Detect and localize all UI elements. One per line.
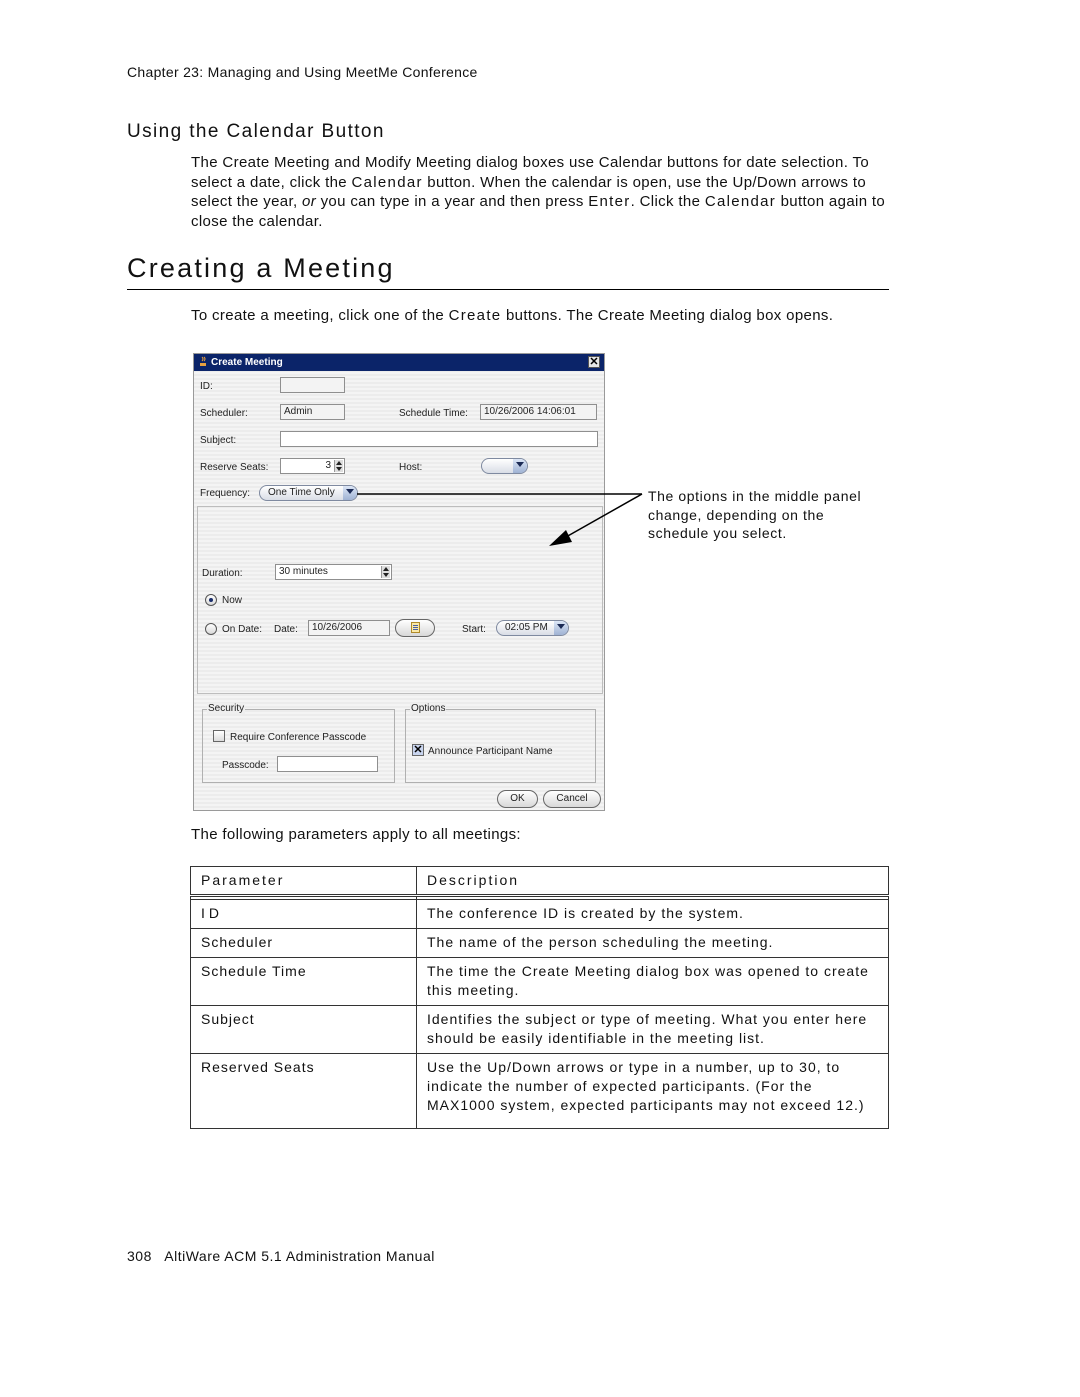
parameter-cell: ID xyxy=(190,899,417,929)
column-header-description: Description xyxy=(416,866,889,897)
callout-arrows xyxy=(357,493,643,546)
parameter-cell: Reserved Seats xyxy=(190,1053,417,1129)
table-header-row: Parameter Description xyxy=(190,866,889,897)
table-row: Scheduler The name of the person schedul… xyxy=(190,928,889,958)
table-row: ID The conference ID is created by the s… xyxy=(190,899,889,929)
page-number: 308 xyxy=(127,1248,152,1264)
column-header-parameter: Parameter xyxy=(190,866,417,897)
table-row: Subject Identifies the subject or type o… xyxy=(190,1005,889,1054)
description-cell: The name of the person scheduling the me… xyxy=(416,928,889,958)
parameters-table: Parameter Description ID The conference … xyxy=(190,866,889,1129)
parameter-cell: Subject xyxy=(190,1005,417,1054)
callout-pointer-line xyxy=(565,493,643,538)
table-intro: The following parameters apply to all me… xyxy=(191,826,521,843)
callout-text: The options in the middle panel change, … xyxy=(648,488,862,541)
page-footer: 308 AltiWare ACM 5.1 Administration Manu… xyxy=(127,1248,435,1264)
table-row: Schedule Time The time the Create Meetin… xyxy=(190,957,889,1006)
parameter-cell: Schedule Time xyxy=(190,957,417,1006)
arrowhead-icon xyxy=(549,530,572,546)
parameter-cell: Scheduler xyxy=(190,928,417,958)
manual-title: AltiWare ACM 5.1 Administration Manual xyxy=(164,1248,435,1264)
description-cell: The conference ID is created by the syst… xyxy=(416,899,889,929)
table-row: Reserved Seats Use the Up/Down arrows or… xyxy=(190,1053,889,1129)
description-cell: Identifies the subject or type of meetin… xyxy=(416,1005,889,1054)
description-cell: Use the Up/Down arrows or type in a numb… xyxy=(416,1053,889,1129)
description-cell: The time the Create Meeting dialog box w… xyxy=(416,957,889,1006)
